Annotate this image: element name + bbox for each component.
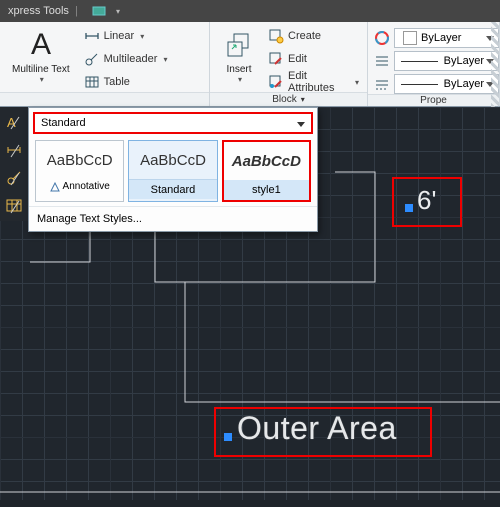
panel-properties: ByLayer ByLayer ByLayer Prope — [368, 22, 500, 106]
panel-properties-footer[interactable]: Prope — [368, 94, 499, 106]
edit-label: Edit — [288, 53, 307, 65]
edit-icon — [268, 51, 284, 67]
edit-attributes-icon — [268, 74, 284, 90]
divider: | — [75, 5, 78, 17]
linear-label: Linear — [104, 30, 135, 42]
line-preview — [401, 61, 438, 62]
insert-icon — [222, 28, 256, 62]
text-style-button[interactable]: A — [3, 111, 25, 133]
paint-icon — [374, 30, 390, 46]
chevron-down-icon: ▾ — [40, 75, 44, 84]
letter-a-icon: A — [24, 28, 58, 62]
panel-block: Insert ▾ Create Edit Edit Attributes ▾ — [210, 22, 368, 106]
style-annotative[interactable]: AaBbCcD Annotative — [35, 140, 124, 202]
linetype-combo[interactable]: ByLayer — [374, 74, 499, 94]
multileader-icon — [84, 51, 100, 67]
chevron-down-icon: ▾ — [355, 78, 359, 87]
multileader-button[interactable]: Multileader ▾ — [82, 49, 170, 69]
annotative-caption: Annotative — [46, 179, 114, 194]
lineweight-value: ByLayer — [444, 55, 484, 67]
text-style-combo[interactable]: Standard — [33, 112, 313, 134]
color-combo[interactable]: ByLayer — [374, 28, 499, 48]
style-caption: style1 — [224, 180, 309, 200]
layout-icon[interactable] — [92, 6, 106, 16]
title-bar: xpress Tools | ▾ — [0, 0, 500, 22]
block-panel-label: Block — [272, 94, 296, 105]
line-preview — [401, 84, 438, 85]
text-outer-area[interactable]: Outer Area — [224, 410, 397, 447]
color-value: ByLayer — [421, 32, 461, 44]
create-label: Create — [288, 30, 321, 42]
table-button[interactable]: Table — [82, 72, 170, 92]
panel-annotation: A Multiline Text ▾ Linear ▾ Multileader … — [0, 22, 210, 106]
annotative-icon — [50, 182, 60, 192]
style-preview: AaBbCcD — [129, 141, 216, 179]
multiline-text-label: Multiline Text — [12, 64, 70, 75]
edit-attributes-button[interactable]: Edit Attributes ▾ — [266, 72, 361, 92]
insert-label: Insert — [226, 64, 251, 75]
style-preview: AaBbCcD — [36, 141, 123, 179]
table-style-button[interactable] — [3, 195, 25, 217]
dropdown-icon[interactable]: ▾ — [114, 7, 120, 16]
leader-style-button[interactable] — [3, 167, 25, 189]
outer-area-value: Outer Area — [237, 410, 397, 447]
table-icon — [84, 74, 100, 90]
lineweight-combo[interactable]: ByLayer — [374, 51, 499, 71]
style-caption: Standard — [129, 179, 216, 199]
dimension-text[interactable]: 6' — [405, 185, 436, 216]
style-standard[interactable]: AaBbCcD Standard — [128, 140, 217, 202]
style-swatch-row: AaBbCcD Annotative AaBbCcD Standard AaBb… — [29, 136, 317, 206]
grip-icon[interactable] — [224, 433, 232, 441]
panel-block-footer[interactable]: Block▾ — [210, 92, 367, 106]
chevron-down-icon: ▾ — [163, 55, 167, 64]
table-label: Table — [104, 76, 130, 88]
linear-icon — [84, 28, 100, 44]
chevron-down-icon: ▾ — [140, 32, 144, 41]
lineweight-icon — [374, 53, 390, 69]
insert-block-button[interactable]: Insert ▾ — [216, 26, 262, 86]
manage-text-styles[interactable]: Manage Text Styles... — [29, 206, 317, 231]
current-style: Standard — [41, 117, 86, 129]
multiline-text-button[interactable]: A Multiline Text ▾ — [6, 26, 76, 86]
panel-annotation-footer — [0, 92, 209, 106]
grip-icon[interactable] — [405, 204, 413, 212]
multileader-label: Multileader — [104, 53, 158, 65]
style-caption: Annotative — [63, 181, 110, 192]
color-swatch — [403, 31, 417, 45]
style-style1[interactable]: AaBbCcD style1 — [222, 140, 311, 202]
create-block-button[interactable]: Create — [266, 26, 361, 46]
tab-express-tools[interactable]: xpress Tools — [8, 5, 69, 17]
style-preview: AaBbCcD — [224, 142, 309, 180]
ribbon: A Multiline Text ▾ Linear ▾ Multileader … — [0, 22, 500, 107]
linetype-value: ByLayer — [444, 78, 484, 90]
create-icon — [268, 28, 284, 44]
properties-panel-label: Prope — [420, 95, 447, 106]
edit-block-button[interactable]: Edit — [266, 49, 361, 69]
svg-text:A: A — [31, 28, 51, 61]
dimension-value: 6' — [417, 185, 436, 216]
text-tool-strip: A — [0, 107, 28, 221]
linear-dimension-button[interactable]: Linear ▾ — [82, 26, 170, 46]
text-style-dropdown: Standard AaBbCcD Annotative AaBbCcD Stan… — [28, 107, 318, 232]
linetype-icon — [374, 76, 390, 92]
panel-resize-handle[interactable] — [491, 22, 499, 107]
dim-style-button[interactable] — [3, 139, 25, 161]
edit-attributes-label: Edit Attributes — [288, 70, 349, 94]
chevron-down-icon: ▾ — [238, 75, 242, 84]
